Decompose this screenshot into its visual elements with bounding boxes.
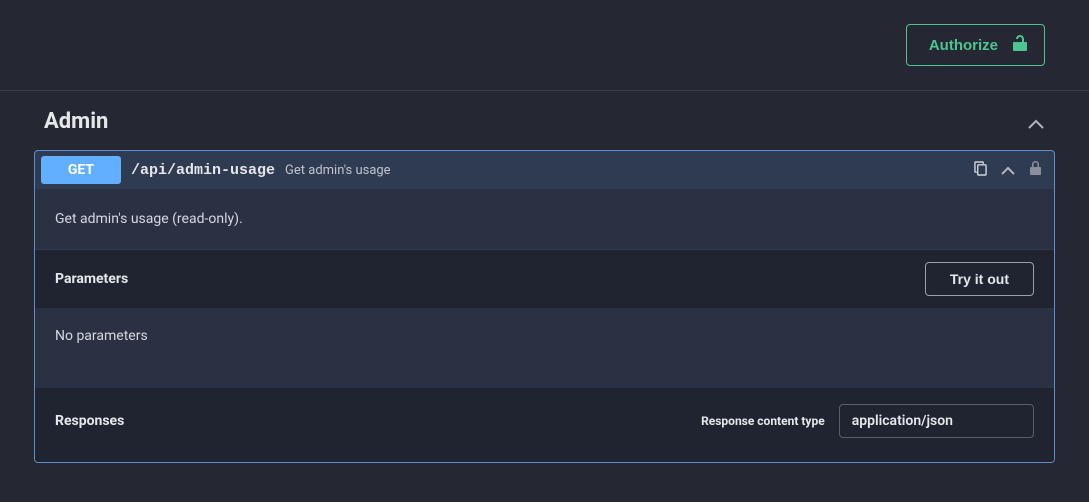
responses-header: Responses Response content type applicat… <box>35 388 1054 462</box>
section-title: Admin <box>44 109 108 134</box>
authorize-button[interactable]: Authorize <box>906 24 1045 66</box>
operation-header[interactable]: GET /api/admin-usage Get admin's usage <box>35 151 1054 189</box>
lock-icon[interactable] <box>1029 160 1042 180</box>
operation-summary: Get admin's usage <box>285 163 391 178</box>
content-type-select[interactable]: application/json <box>839 404 1034 438</box>
content-type-label: Response content type <box>701 414 825 428</box>
responses-title: Responses <box>55 413 124 429</box>
method-badge: GET <box>41 156 121 184</box>
operation-path: /api/admin-usage <box>131 162 275 179</box>
section-header[interactable]: Admin <box>34 109 1055 150</box>
chevron-up-icon[interactable] <box>1001 161 1015 180</box>
parameters-title: Parameters <box>55 271 128 287</box>
operation-description: Get admin's usage (read-only). <box>35 189 1054 250</box>
unlock-icon <box>1012 34 1028 56</box>
parameters-header: Parameters Try it out <box>35 250 1054 308</box>
try-it-out-button[interactable]: Try it out <box>925 262 1034 296</box>
operation-block: GET /api/admin-usage Get admin's usage G… <box>34 150 1055 463</box>
chevron-up-icon[interactable] <box>1027 116 1045 128</box>
copy-icon[interactable] <box>974 161 987 180</box>
authorize-label: Authorize <box>929 37 998 54</box>
parameters-body: No parameters <box>35 308 1054 388</box>
